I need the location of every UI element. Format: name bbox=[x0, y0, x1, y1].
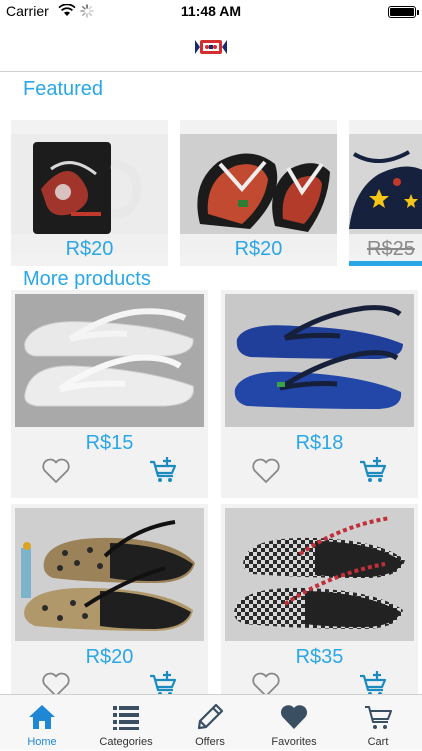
tab-categories[interactable]: Categories bbox=[84, 695, 168, 751]
list-icon bbox=[113, 706, 139, 730]
tab-bar: Home Categories Offers Favorites Cart bbox=[0, 694, 422, 750]
featured-item[interactable]: R$25 bbox=[349, 120, 422, 266]
nav-bar bbox=[0, 24, 422, 72]
product-image bbox=[11, 134, 168, 234]
home-icon bbox=[29, 705, 55, 729]
clock: 11:48 AM bbox=[180, 3, 242, 19]
tag-icon bbox=[197, 703, 224, 730]
tab-label: Offers bbox=[195, 736, 225, 748]
featured-item[interactable]: R$20 bbox=[180, 120, 337, 266]
product-price: R$20 bbox=[85, 646, 134, 668]
status-bar: Carrier 11:48 AM bbox=[0, 0, 422, 24]
favorite-heart-icon[interactable] bbox=[41, 458, 71, 484]
product-image bbox=[180, 134, 337, 234]
product-image bbox=[349, 134, 422, 234]
favorite-heart-icon[interactable] bbox=[251, 458, 281, 484]
battery-icon bbox=[388, 6, 419, 18]
product-card[interactable]: R$35 bbox=[221, 504, 418, 712]
tab-favorites[interactable]: Favorites bbox=[252, 695, 336, 751]
product-card[interactable]: R$15 bbox=[11, 290, 208, 498]
product-price: R$18 bbox=[295, 432, 344, 454]
featured-item[interactable]: R$20 bbox=[11, 120, 168, 266]
more-products-title: More products bbox=[23, 268, 151, 290]
product-price: R$35 bbox=[295, 646, 344, 668]
tab-label: Home bbox=[27, 736, 57, 748]
product-image bbox=[225, 294, 414, 427]
tab-cart[interactable]: Cart bbox=[336, 695, 420, 751]
heart-icon bbox=[280, 705, 308, 729]
product-price: R$15 bbox=[85, 432, 134, 454]
product-card[interactable]: R$18 bbox=[221, 290, 418, 498]
product-image bbox=[15, 508, 204, 641]
featured-price: R$20 bbox=[65, 238, 114, 260]
product-image bbox=[225, 508, 414, 641]
add-to-cart-icon[interactable] bbox=[149, 456, 177, 484]
tab-offers[interactable]: Offers bbox=[168, 695, 252, 751]
tab-label: Favorites bbox=[271, 736, 317, 748]
tab-home[interactable]: Home bbox=[0, 695, 84, 751]
store-logo[interactable] bbox=[195, 38, 227, 56]
featured-price: R$20 bbox=[234, 238, 283, 260]
tab-label: Cart bbox=[367, 736, 389, 748]
add-to-cart-icon[interactable] bbox=[359, 456, 387, 484]
selection-indicator bbox=[349, 261, 422, 266]
featured-title: Featured bbox=[23, 78, 104, 100]
cart-icon bbox=[365, 706, 392, 729]
product-card[interactable]: R$20 bbox=[11, 504, 208, 712]
tab-label: Categories bbox=[99, 736, 153, 748]
featured-price: R$25 bbox=[367, 238, 415, 260]
product-image bbox=[15, 294, 204, 427]
